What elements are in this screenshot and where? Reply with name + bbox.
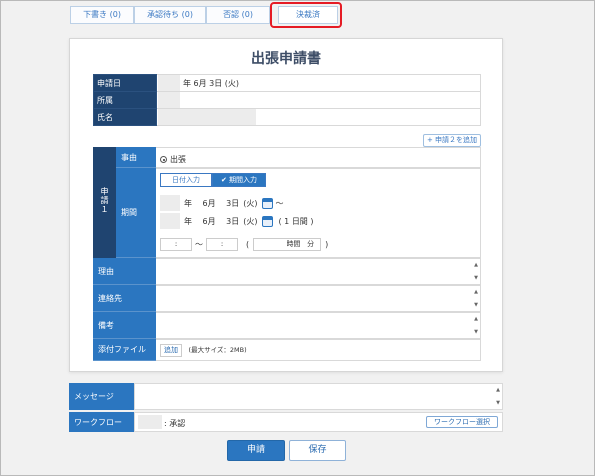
redacted-department [158, 92, 180, 108]
attachment-label: 添付ファイル [93, 339, 156, 361]
scroll-up-icon[interactable]: ▲ [474, 262, 478, 268]
tab-highlight-box [270, 2, 342, 28]
date-mode-toggle: 日付入力 ✔ 期間入力 [160, 173, 266, 187]
application-form-card: 出張申請書 申請日 年 6月 3日 (火) 所属 氏名 + 申請２を追加 申請１… [69, 38, 503, 372]
end-calendar-icon[interactable] [261, 215, 273, 227]
period-input-toggle[interactable]: ✔ 期間入力 [212, 173, 266, 187]
submit-button[interactable]: 申請 [227, 440, 285, 461]
workflow-cell: : 承認 ワークフロー選択 [134, 412, 503, 432]
department-label: 所属 [93, 91, 157, 109]
attach-add-button[interactable]: 追加 [160, 344, 182, 357]
workflow-select-button[interactable]: ワークフロー選択 [426, 416, 498, 428]
scroll-up-icon[interactable]: ▲ [474, 316, 478, 322]
period-cell: 日付入力 ✔ 期間入力 年 6月 3日 (火) 〜 年 6月 3日 (火) ( … [156, 168, 481, 258]
purpose-option-label: 出張 [170, 155, 186, 164]
form-title: 出張申請書 [251, 51, 321, 67]
start-date-row: 年 6月 3日 (火) 〜 [160, 195, 284, 211]
application-date-label: 申請日 [93, 74, 157, 92]
tab-pending-approval[interactable]: 承認待ち (0) [134, 6, 206, 24]
scroll-up-icon[interactable]: ▲ [496, 387, 500, 393]
reason-textarea[interactable]: ▲ ▼ [156, 258, 481, 285]
time-duration-field[interactable]: 時間 分 [253, 237, 322, 251]
start-year-field[interactable] [160, 195, 180, 211]
scroll-up-icon[interactable]: ▲ [474, 289, 478, 295]
add-application-2-button[interactable]: + 申請２を追加 [423, 134, 481, 147]
application-1-section: 申請１ 事由 出張 期間 日付入力 ✔ 期間入力 年 6月 3日 (火) 〜 年… [93, 147, 481, 372]
time-row: : 〜 : ( 時間 分 ) [160, 236, 328, 252]
date-input-toggle[interactable]: 日付入力 [160, 173, 212, 187]
time-open-paren: ( [246, 239, 250, 249]
workflow-value: : 承認 [164, 419, 186, 428]
time-to-field[interactable]: : [206, 237, 238, 251]
message-label: メッセージ [69, 383, 134, 410]
application-1-label: 申請１ [93, 147, 116, 258]
scroll-down-icon[interactable]: ▼ [474, 302, 478, 308]
application-date-value: 年 6月 3日 (火) [183, 78, 240, 88]
save-button[interactable]: 保存 [289, 440, 346, 461]
time-close-paren: ) [325, 239, 329, 249]
contact-label: 連絡先 [93, 285, 156, 312]
start-weekday: (火) [243, 198, 258, 208]
redacted-name [158, 109, 256, 125]
period-label: 期間 [116, 168, 156, 258]
name-label: 氏名 [93, 108, 157, 126]
time-tilde: 〜 [195, 239, 203, 249]
time-from-field[interactable]: : [160, 237, 192, 251]
attachment-cell: 追加 (最大サイズ：2MB) [156, 339, 481, 361]
end-date-row: 年 6月 3日 (火) ( 1 日間 ) [160, 213, 313, 229]
redacted-year [158, 75, 180, 91]
remarks-textarea[interactable]: ▲ ▼ [156, 312, 481, 339]
message-textarea[interactable]: ▲ ▼ [134, 383, 503, 410]
start-calendar-icon[interactable] [261, 197, 273, 209]
purpose-label: 事由 [116, 147, 156, 168]
message-row: メッセージ ▲ ▼ [69, 383, 503, 410]
remarks-label: 備考 [93, 312, 156, 339]
scroll-down-icon[interactable]: ▼ [474, 275, 478, 281]
duration-text: ( 1 日間 ) [278, 216, 314, 226]
workflow-row: ワークフロー : 承認 ワークフロー選択 [69, 412, 503, 432]
end-weekday: (火) [243, 216, 258, 226]
purpose-cell: 出張 [156, 147, 481, 168]
start-tilde: 〜 [275, 198, 284, 208]
scroll-down-icon[interactable]: ▼ [496, 400, 500, 406]
tab-rejected[interactable]: 否認 (0) [206, 6, 270, 24]
scroll-down-icon[interactable]: ▼ [474, 329, 478, 335]
redacted-workflow-name [138, 415, 162, 429]
contact-textarea[interactable]: ▲ ▼ [156, 285, 481, 312]
applicant-info-table: 申請日 年 6月 3日 (火) 所属 氏名 [93, 74, 481, 126]
purpose-radio[interactable] [160, 156, 167, 163]
end-date-text: 年 6月 3日 [184, 216, 240, 226]
workflow-label: ワークフロー [69, 412, 134, 432]
tab-drafts[interactable]: 下書き (0) [70, 6, 134, 24]
attachment-size-note: (最大サイズ：2MB) [188, 346, 247, 354]
end-year-field[interactable] [160, 213, 180, 229]
start-date-text: 年 6月 3日 [184, 198, 240, 208]
reason-label: 理由 [93, 258, 156, 285]
